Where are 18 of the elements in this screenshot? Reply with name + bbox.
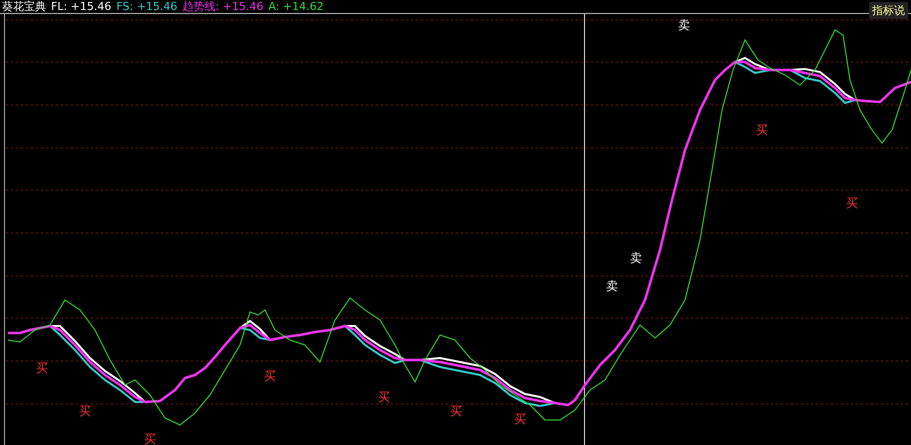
- buy-signal: 买: [264, 369, 276, 383]
- buy-signal: 买: [378, 390, 390, 404]
- legend-item: 趋势线: +15.46: [182, 0, 264, 13]
- buy-signal: 买: [846, 196, 858, 210]
- buy-signal: 买: [514, 412, 526, 426]
- indicator-title: 葵花宝典: [2, 0, 46, 13]
- sell-signal: 卖: [606, 279, 618, 293]
- legend-item: FS: +15.46: [116, 0, 178, 13]
- indicator-help-button[interactable]: 指标说: [869, 2, 908, 19]
- legend-item: FL: +15.46: [51, 0, 112, 13]
- buy-signal: 买: [144, 432, 156, 445]
- buy-signal: 买: [756, 123, 768, 137]
- sell-signal: 卖: [630, 251, 642, 265]
- legend-item: A: +14.62: [268, 0, 324, 13]
- buy-signal: 买: [79, 404, 91, 418]
- sell-signal: 卖: [678, 18, 690, 32]
- buy-signal: 买: [36, 361, 48, 375]
- buy-signal: 买: [450, 404, 462, 418]
